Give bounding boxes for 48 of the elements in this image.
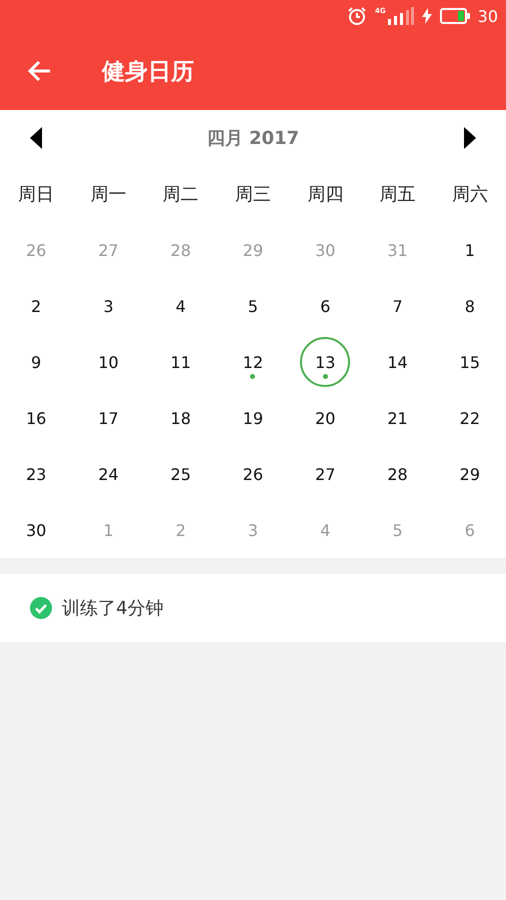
- calendar-day[interactable]: 23: [11, 449, 62, 499]
- calendar-day[interactable]: 17: [83, 393, 134, 443]
- calendar-day[interactable]: 8: [444, 281, 495, 331]
- calendar-day[interactable]: 28: [372, 449, 423, 499]
- charging-icon: [422, 8, 432, 24]
- back-arrow-icon: [27, 60, 51, 82]
- calendar-day[interactable]: 1: [444, 225, 495, 275]
- weekday-label: 周一: [90, 183, 126, 206]
- weekday-label: 周二: [162, 183, 199, 206]
- weekday-label: 周四: [307, 183, 344, 206]
- battery-percent: 30: [478, 6, 498, 26]
- calendar-day[interactable]: 20: [300, 393, 350, 443]
- calendar-day[interactable]: 6: [300, 281, 350, 331]
- calendar-day[interactable]: 19: [228, 393, 278, 443]
- calendar-day[interactable]: 3: [83, 281, 134, 331]
- weekday-label: 周日: [18, 183, 54, 206]
- weekday-label: 周五: [380, 183, 416, 206]
- month-title: 四月 2017: [206, 127, 300, 150]
- left-triangle-icon: [30, 127, 42, 149]
- calendar-day[interactable]: 21: [372, 393, 423, 443]
- calendar-day[interactable]: 18: [156, 393, 206, 443]
- calendar-day[interactable]: 29: [444, 449, 495, 499]
- calendar-day[interactable]: 2: [11, 281, 62, 331]
- record-text: 训练了4分钟: [62, 597, 164, 620]
- weekday-label: 周六: [452, 183, 488, 206]
- calendar-day[interactable]: 7: [372, 281, 423, 331]
- signal-icon: [388, 7, 414, 25]
- calendar-day[interactable]: 16: [11, 393, 62, 443]
- calendar-day[interactable]: 15: [444, 337, 495, 387]
- calendar-day[interactable]: 27: [300, 449, 350, 499]
- calendar-day[interactable]: 10: [83, 337, 134, 387]
- calendar-day[interactable]: 11: [156, 337, 206, 387]
- calendar-day[interactable]: 5: [228, 281, 278, 331]
- alarm-icon: [347, 6, 368, 26]
- battery-icon: [440, 8, 470, 24]
- calendar-day[interactable]: 25: [156, 449, 206, 499]
- calendar-day[interactable]: 26: [228, 449, 278, 499]
- calendar-day[interactable]: 9: [11, 337, 62, 387]
- right-triangle-icon: [464, 127, 476, 149]
- weekday-label: 周三: [234, 183, 271, 206]
- calendar-day[interactable]: 24: [83, 449, 134, 499]
- calendar-day[interactable]: 14: [372, 337, 423, 387]
- calendar-day[interactable]: 22: [444, 393, 495, 443]
- calendar-day[interactable]: 13: [300, 337, 350, 387]
- calendar-day[interactable]: 4: [156, 281, 206, 331]
- calendar-day[interactable]: 30: [11, 505, 62, 555]
- app-title: 健身日历: [102, 58, 194, 86]
- calendar-day[interactable]: 12: [228, 337, 278, 387]
